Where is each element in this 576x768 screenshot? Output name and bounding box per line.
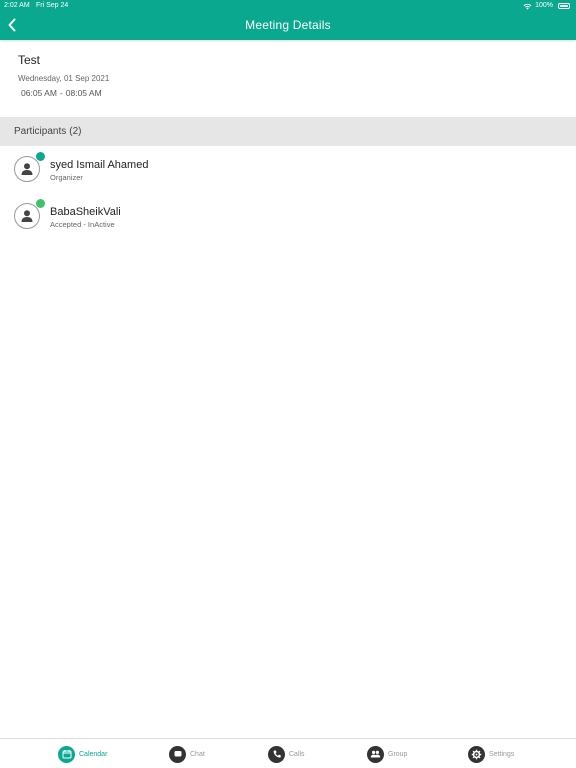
participant-role: Accepted - InActive (50, 220, 115, 229)
phone-icon (268, 745, 285, 763)
participant-name: syed Ismail Ahamed (50, 159, 149, 171)
presence-dot (36, 199, 45, 208)
battery-icon (558, 3, 570, 9)
chat-icon (169, 745, 186, 763)
tab-label: Calls (289, 750, 305, 758)
tab-bar: Calendar Chat Calls Group Settings (0, 738, 576, 768)
battery-percent: 100% (535, 2, 553, 9)
meeting-title: Test (18, 53, 41, 67)
calendar-icon (58, 745, 75, 763)
app-header: 2:02 AM Fri Sep 24 100% Meeting Details (0, 0, 576, 40)
participant-role: Organizer (50, 173, 83, 182)
participant-item[interactable]: BabaSheikVali Accepted - InActive (0, 199, 576, 243)
status-time: 2:02 AM (4, 2, 30, 9)
participant-item[interactable]: syed Ismail Ahamed Organizer (0, 152, 576, 196)
tab-label: Chat (190, 750, 205, 758)
tab-settings[interactable]: Settings (468, 745, 514, 763)
status-indicators: 100% (523, 0, 570, 12)
tab-calendar[interactable]: Calendar (58, 745, 107, 763)
avatar (14, 156, 40, 182)
tab-calls[interactable]: Calls (268, 745, 305, 763)
participants-count: (2) (69, 126, 82, 137)
participants-title: Participants (14, 126, 67, 137)
user-icon (21, 163, 33, 175)
status-bar: 2:02 AM Fri Sep 24 100% (0, 0, 576, 12)
user-icon (21, 210, 33, 222)
participants-section-header: Participants (2) (0, 117, 576, 146)
tab-chat[interactable]: Chat (169, 745, 205, 763)
gear-icon (468, 745, 485, 763)
tab-label: Group (388, 750, 408, 758)
page-title: Meeting Details (245, 18, 331, 32)
wifi-icon (523, 3, 532, 10)
meeting-start-time: 06:05 AM (21, 88, 57, 98)
group-icon (367, 745, 384, 763)
status-date: Fri Sep 24 (36, 2, 69, 9)
time-separator: - (59, 88, 63, 98)
meeting-end-time: 08:05 AM (65, 88, 102, 98)
tab-label: Calendar (79, 750, 108, 758)
tab-label: Settings (489, 750, 515, 758)
meeting-time: 06:05 AM -08:05 AM (21, 88, 102, 98)
avatar (14, 203, 40, 229)
participant-name: BabaSheikVali (50, 206, 121, 218)
meeting-date: Wednesday, 01 Sep 2021 (18, 74, 110, 83)
tab-group[interactable]: Group (367, 745, 407, 763)
presence-dot (36, 152, 45, 161)
participants-label: Participants (2) (14, 126, 81, 137)
